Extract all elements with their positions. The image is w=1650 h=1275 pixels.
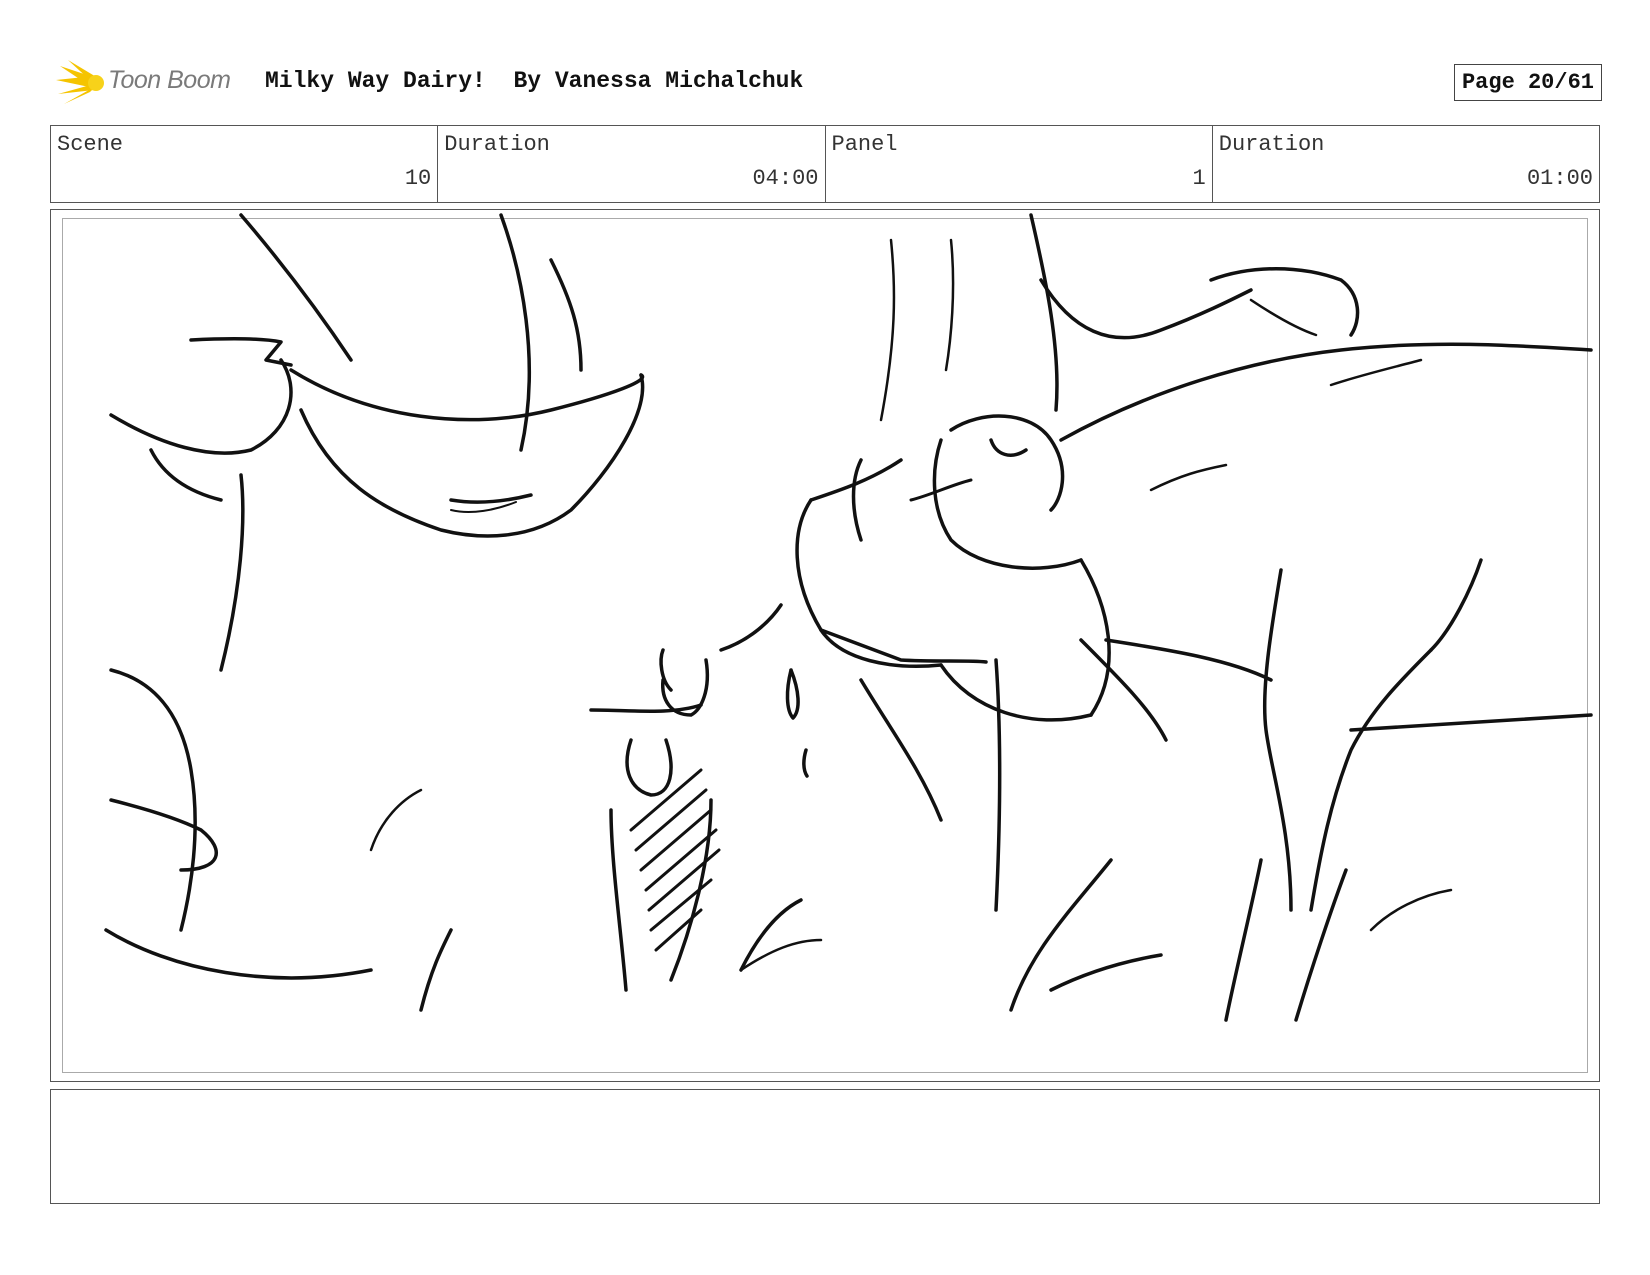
page-number: Page 20/61 (1453, 64, 1602, 101)
panel-info-row: Scene 10 Duration 04:00 Panel 1 Duration… (50, 125, 1600, 203)
sunburst-icon (56, 60, 104, 104)
page-header: Toon Boom Milky Way Dairy! By Vanessa Mi… (54, 58, 1602, 108)
logo-text: Toon Boom (108, 66, 231, 94)
panel-value: 1 (1192, 166, 1206, 191)
panel-label: Panel (831, 132, 898, 157)
scene-value: 10 (404, 166, 432, 191)
toon-boom-logo: Toon Boom (54, 58, 254, 108)
storyboard-panel (50, 209, 1600, 1082)
scene-cell: Scene 10 (51, 126, 439, 202)
panel-sketch-drawing (104, 213, 1593, 1022)
storyboard-title: Milky Way Dairy! By Vanessa Michalchuk (265, 68, 804, 94)
scene-label: Scene (57, 132, 124, 157)
panel-duration-cell: Duration 01:00 (1213, 126, 1599, 202)
panel-duration-label: Duration (1218, 132, 1325, 157)
panel-notes-box (50, 1089, 1600, 1204)
scene-duration-label: Duration (444, 132, 550, 157)
scene-duration-value: 04:00 (752, 166, 819, 191)
scene-duration-cell: Duration 04:00 (438, 126, 826, 202)
panel-cell: Panel 1 (826, 126, 1213, 202)
panel-duration-value: 01:00 (1526, 166, 1593, 191)
